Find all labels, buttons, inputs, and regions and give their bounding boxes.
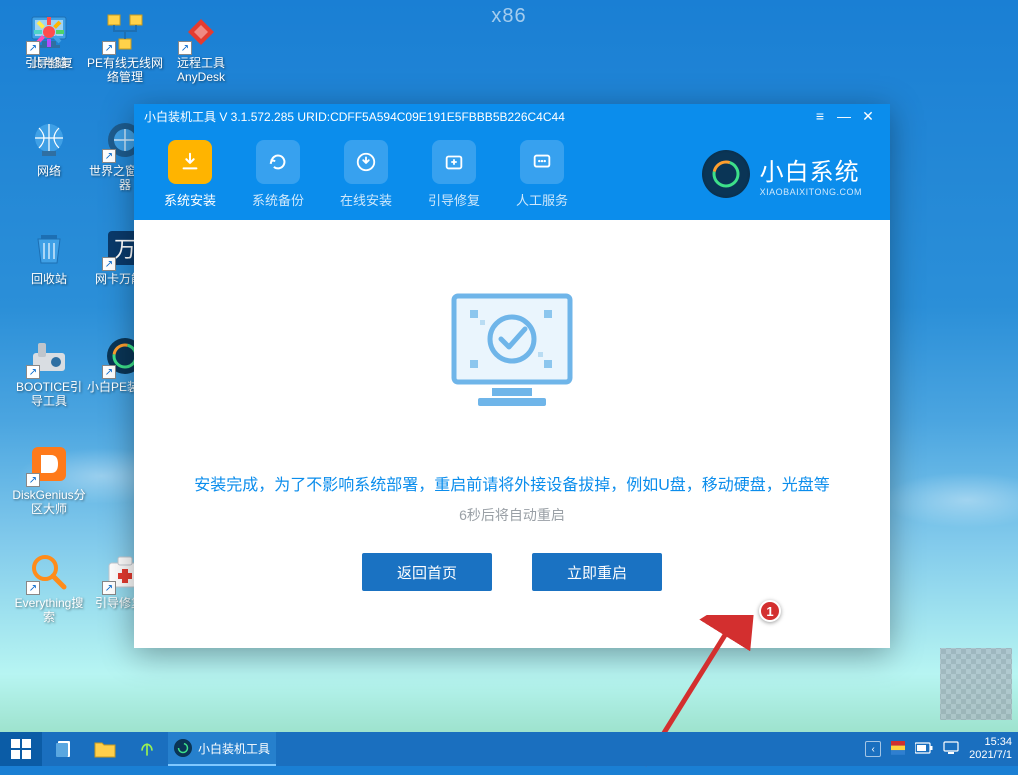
desktop-icon-pe-net-mgr[interactable]: ↗PE有线无线网络管理 (87, 7, 163, 88)
countdown-text: 6秒后将自动重启 (459, 505, 565, 525)
tab-support[interactable]: 人工服务 (498, 140, 586, 209)
taskbar: 小白装机工具 ‹ 15:34 2021/7/1 (0, 732, 1018, 766)
anydesk-icon: ↗ (180, 11, 222, 53)
taskbar-app-xiaobai[interactable]: 小白装机工具 (168, 732, 276, 766)
taskbar-explorer[interactable] (84, 732, 126, 766)
tray-battery-icon[interactable] (915, 742, 933, 757)
restart-now-button[interactable]: 立即重启 (532, 553, 662, 591)
app-window: 小白装机工具 V 3.1.572.285 URID:CDFF5A594C09E1… (134, 104, 890, 648)
shortcut-arrow-icon: ↗ (102, 365, 116, 379)
desktop-icon-label: DiskGenius分区大师 (11, 488, 87, 516)
app-body: 安装完成，为了不影响系统部署，重启前请将外接设备拔掉，例如U盘，移动硬盘，光盘等… (134, 220, 890, 648)
taskbar-wifi[interactable] (126, 732, 168, 766)
tab-bootfix[interactable]: 引导修复 (410, 140, 498, 209)
desktop-icon-label: 远程工具AnyDesk (163, 56, 239, 84)
success-monitor-icon (442, 290, 582, 425)
desktop-icon-everything[interactable]: ↗Everything搜索 (11, 547, 87, 628)
app-tabs: 系统安装 系统备份 在线安装 引导修复 人工服务 小白系统 XIAOBAIXITONG.… (134, 128, 890, 220)
shortcut-arrow-icon: ↗ (102, 257, 116, 271)
tab-support-icon (520, 140, 564, 184)
menu-button[interactable]: ≡ (808, 104, 832, 128)
brand-logo-icon (702, 150, 750, 198)
tray-overflow-button[interactable]: ‹ (865, 741, 881, 757)
shortcut-arrow-icon: ↗ (26, 581, 40, 595)
tray-flag-icon[interactable] (891, 741, 905, 758)
tab-backup-icon (256, 140, 300, 184)
network-icon (28, 119, 70, 161)
tab-install[interactable]: 系统安装 (146, 140, 234, 209)
desktop-icon-label: PE有线无线网络管理 (87, 56, 163, 84)
desktop-icon-label: 回收站 (31, 272, 67, 286)
shortcut-arrow-icon: ↗ (102, 41, 116, 55)
taskbar-app-label: 小白装机工具 (198, 740, 270, 757)
system-tray: ‹ 15:34 2021/7/1 (859, 732, 1018, 766)
shortcut-arrow-icon: ↗ (26, 473, 40, 487)
shortcut-arrow-icon: ↗ (26, 41, 40, 55)
start-button[interactable] (0, 732, 42, 766)
clock-time: 15:34 (984, 736, 1012, 749)
tab-label: 在线安装 (340, 190, 392, 209)
taskbar-clock[interactable]: 15:34 2021/7/1 (969, 736, 1012, 762)
tray-display-icon[interactable] (943, 741, 959, 758)
pe-net-mgr-icon: ↗ (104, 11, 146, 53)
recycle-bin-icon (28, 227, 70, 269)
minimize-button[interactable]: — (832, 104, 856, 128)
desktop-icon-anydesk[interactable]: ↗远程工具AnyDesk (163, 7, 239, 88)
completion-message: 安装完成，为了不影响系统部署，重启前请将外接设备拔掉，例如U盘，移动硬盘，光盘等 (194, 471, 830, 495)
brand-subtitle: XIAOBAIXITONG.COM (760, 187, 862, 197)
desktop-icon-boot-repair[interactable]: ↗引导修复 (11, 7, 87, 74)
boot-repair-icon: ↗ (28, 11, 70, 53)
shortcut-arrow-icon: ↗ (102, 149, 116, 163)
tab-online-icon (344, 140, 388, 184)
arch-watermark: x86 (491, 5, 526, 28)
brand-title: 小白系统 (760, 152, 862, 187)
taskbar-search[interactable] (42, 732, 84, 766)
clock-date: 2021/7/1 (969, 749, 1012, 762)
desktop-icon-diskgenius[interactable]: ↗DiskGenius分区大师 (11, 439, 87, 520)
tab-label: 系统安装 (164, 190, 216, 209)
svg-text:万: 万 (114, 237, 136, 262)
back-home-button[interactable]: 返回首页 (362, 553, 492, 591)
tab-bootfix-icon (432, 140, 476, 184)
shortcut-arrow-icon: ↗ (26, 365, 40, 379)
shortcut-arrow-icon: ↗ (102, 581, 116, 595)
app-title-text: 小白装机工具 V 3.1.572.285 URID:CDFF5A594C09E1… (144, 108, 565, 125)
tab-install-icon (168, 140, 212, 184)
title-bar: 小白装机工具 V 3.1.572.285 URID:CDFF5A594C09E1… (134, 104, 890, 128)
tab-label: 引导修复 (428, 190, 480, 209)
diskgenius-icon: ↗ (28, 443, 70, 485)
desktop-icon-label: 引导修复 (25, 56, 73, 70)
bootice-icon: ↗ (28, 335, 70, 377)
everything-icon: ↗ (28, 551, 70, 593)
desktop-icon-network[interactable]: 网络 (11, 115, 87, 182)
desktop-widget-pixelated (940, 648, 1012, 720)
desktop-icon-label: 网络 (37, 164, 61, 178)
annotation-badge-1: 1 (759, 600, 781, 622)
tab-label: 人工服务 (516, 190, 568, 209)
desktop-icon-bootice[interactable]: ↗BOOTICE引导工具 (11, 331, 87, 412)
tab-backup[interactable]: 系统备份 (234, 140, 322, 209)
desktop-icon-recycle-bin[interactable]: 回收站 (11, 223, 87, 290)
tab-online[interactable]: 在线安装 (322, 140, 410, 209)
close-button[interactable]: ✕ (856, 104, 880, 128)
shortcut-arrow-icon: ↗ (178, 41, 192, 55)
brand: 小白系统 XIAOBAIXITONG.COM (702, 150, 878, 198)
desktop-icon-label: Everything搜索 (11, 596, 87, 624)
desktop-icon-label: BOOTICE引导工具 (11, 380, 87, 408)
tab-label: 系统备份 (252, 190, 304, 209)
